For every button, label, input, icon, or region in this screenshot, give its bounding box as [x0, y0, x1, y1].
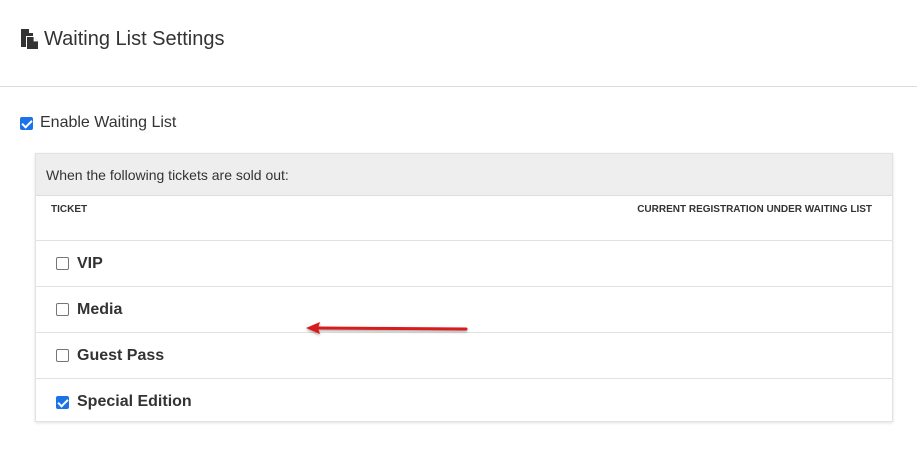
panel-heading: When the following tickets are sold out:: [36, 154, 892, 196]
ticket-name: Media: [77, 300, 123, 318]
column-current-registration: CURRENT REGISTRATION UNDER WAITING LIST: [637, 204, 872, 215]
annotation-arrow-icon: [306, 322, 468, 334]
ticket-row[interactable]: VIP: [36, 241, 892, 287]
document-copy-icon: [20, 28, 40, 50]
ticket-checkbox[interactable]: [56, 395, 69, 409]
page-title: Waiting List Settings: [44, 27, 225, 50]
ticket-checkbox[interactable]: [56, 349, 69, 362]
ticket-name: Guest Pass: [77, 346, 165, 364]
ticket-checkbox[interactable]: [56, 303, 69, 316]
page-header: Waiting List Settings: [0, 0, 917, 87]
tickets-panel: When the following tickets are sold out:…: [35, 153, 893, 422]
ticket-checkbox[interactable]: [56, 257, 69, 270]
ticket-name: Special Edition: [77, 393, 192, 410]
ticket-row[interactable]: Special Edition: [36, 379, 892, 425]
column-headers: TICKET CURRENT REGISTRATION UNDER WAITIN…: [36, 196, 892, 241]
ticket-name: VIP: [77, 254, 103, 272]
enable-waiting-list-checkbox[interactable]: [20, 116, 33, 130]
enable-waiting-list-row[interactable]: Enable Waiting List: [20, 114, 176, 132]
column-ticket: TICKET: [51, 204, 88, 215]
enable-waiting-list-label[interactable]: Enable Waiting List: [40, 114, 176, 132]
